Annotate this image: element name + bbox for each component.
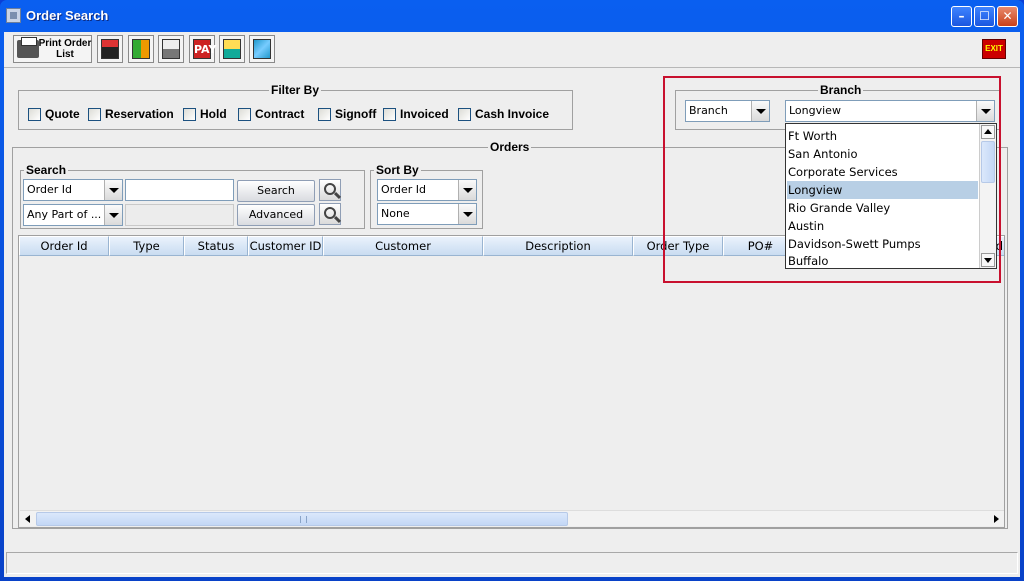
magnifier-button[interactable] <box>319 179 341 201</box>
column-status[interactable]: Status <box>184 236 248 256</box>
checkbox-label: Quote <box>45 107 80 121</box>
flowchart-icon-button[interactable] <box>128 35 154 63</box>
checkbox-label: Signoff <box>335 107 377 121</box>
column-order-id[interactable]: Order Id <box>19 236 109 256</box>
chevron-down-icon[interactable] <box>458 204 476 224</box>
checkbox-invoiced[interactable]: Invoiced <box>383 106 449 122</box>
pay-icon: PAY <box>193 39 216 59</box>
checkbox-box[interactable] <box>318 107 331 121</box>
pay-button[interactable]: PAY <box>189 35 216 63</box>
print-order-list-button[interactable]: Print Order List <box>13 35 92 63</box>
order-search-window: Order Search – ☐ ✕ Print Order List PAY … <box>0 0 1024 581</box>
chevron-down-icon[interactable] <box>104 180 122 200</box>
sort-secondary-value: None <box>381 207 410 220</box>
scroll-thumb[interactable] <box>36 512 568 526</box>
checkbox-label: Hold <box>200 107 227 121</box>
checkbox-signoff[interactable]: Signoff <box>318 106 376 122</box>
orders-title: Orders <box>488 140 532 154</box>
checkbox-label: Reservation <box>105 107 174 121</box>
search-field-select[interactable]: Order Id <box>23 179 123 201</box>
checkbox-hold[interactable]: Hold <box>183 106 227 122</box>
close-button[interactable]: ✕ <box>997 6 1018 27</box>
search-title: Search <box>24 163 69 177</box>
checkbox-cash-invoice[interactable]: Cash Invoice <box>458 106 549 122</box>
minimize-button[interactable]: – <box>951 6 972 27</box>
column-customer-id[interactable]: Customer ID <box>248 236 323 256</box>
sort-secondary-select[interactable]: None <box>377 203 477 225</box>
checkbox-box[interactable] <box>88 107 101 121</box>
sort-primary-value: Order Id <box>381 183 426 196</box>
client-area: Print Order List PAY EXIT Filter By Quot… <box>4 32 1020 577</box>
flowchart-icon <box>132 39 150 59</box>
sort-primary-select[interactable]: Order Id <box>377 179 477 201</box>
horizontal-scrollbar[interactable] <box>20 510 1004 526</box>
checkbox-quote[interactable]: Quote <box>28 106 80 122</box>
column-customer[interactable]: Customer <box>323 236 483 256</box>
toolbar: Print Order List PAY EXIT <box>4 32 1020 68</box>
search-input[interactable] <box>125 179 234 201</box>
window-title: Order Search <box>26 8 109 23</box>
maximize-button[interactable]: ☐ <box>974 6 995 27</box>
cash-icon <box>162 39 180 59</box>
search-match-select[interactable]: Any Part of ... <box>23 204 123 226</box>
filter-by-title: Filter By <box>269 83 322 97</box>
exit-button[interactable]: EXIT <box>982 39 1006 59</box>
chevron-down-icon[interactable] <box>458 180 476 200</box>
scroll-right-icon[interactable] <box>988 511 1004 527</box>
status-bar <box>6 552 1018 574</box>
chevron-down-icon[interactable] <box>104 205 122 225</box>
checkbox-reservation[interactable]: Reservation <box>88 106 174 122</box>
title-bar[interactable]: Order Search – ☐ ✕ <box>0 0 1024 32</box>
checkbox-box[interactable] <box>183 107 196 121</box>
highlight-box <box>663 76 1001 283</box>
magnifier-icon <box>324 183 336 195</box>
checkbox-box[interactable] <box>238 107 251 121</box>
checkbox-contract[interactable]: Contract <box>238 106 304 122</box>
search-button[interactable]: Search <box>237 180 315 202</box>
checkbox-label: Cash Invoice <box>475 107 550 121</box>
truck-icon-button[interactable] <box>97 35 123 63</box>
column-type[interactable]: Type <box>109 236 184 256</box>
advanced-magnifier-button[interactable] <box>319 203 341 225</box>
sort-by-title: Sort By <box>374 163 421 177</box>
search-secondary-input <box>125 204 234 226</box>
card-view-button[interactable] <box>219 35 245 63</box>
filter-by-group: Filter By Quote Reservation Hold Contrac… <box>18 83 573 130</box>
refresh-icon <box>253 39 271 59</box>
search-field-value: Order Id <box>27 183 72 196</box>
print-order-list-label: Print Order List <box>38 38 92 60</box>
truck-icon <box>101 39 119 59</box>
scroll-left-icon[interactable] <box>20 511 36 527</box>
refresh-button[interactable] <box>249 35 275 63</box>
checkbox-box[interactable] <box>28 107 41 121</box>
search-match-value: Any Part of ... <box>27 208 101 221</box>
printer-icon <box>17 37 39 58</box>
card-icon <box>223 39 241 59</box>
checkbox-box[interactable] <box>458 107 471 121</box>
app-icon <box>6 8 21 23</box>
column-description[interactable]: Description <box>483 236 633 256</box>
checkbox-box[interactable] <box>383 107 396 121</box>
checkbox-label: Invoiced <box>400 107 449 121</box>
checkbox-label: Contract <box>255 107 305 121</box>
advanced-search-icon <box>324 207 336 219</box>
advanced-search-button[interactable]: Advanced <box>237 204 315 226</box>
cash-icon-button[interactable] <box>158 35 184 63</box>
